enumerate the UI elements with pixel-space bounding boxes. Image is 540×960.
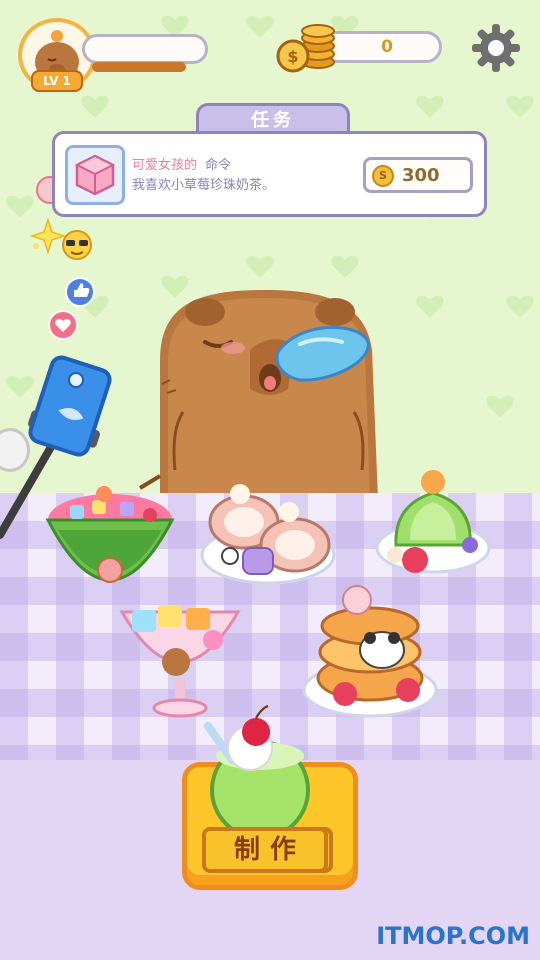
make-button-label-front[interactable]: 制作 — [202, 827, 328, 873]
reward-value: 300 — [402, 165, 440, 186]
task-description: 我喜欢小草莓珍珠奶茶。 — [132, 178, 276, 193]
reward-box: S 300 — [363, 157, 473, 193]
task-title: 可爱女孩的 命令 — [132, 154, 231, 173]
watermark: ITMOP.COM — [376, 922, 530, 950]
experience-bar-shadow — [92, 62, 186, 72]
dining-table — [0, 493, 540, 783]
svg-text:$: $ — [287, 47, 298, 66]
task-card: 可爱女孩的 命令 我喜欢小草莓珍珠奶茶。 S 300 — [52, 131, 487, 217]
pink-cube-icon — [65, 145, 125, 205]
coin-icon: S — [372, 165, 394, 187]
order-word: 命令 — [205, 158, 232, 173]
customer-name: 可爱女孩的 — [132, 158, 198, 173]
gear-icon[interactable] — [470, 22, 522, 74]
coin-stack-icon: $ — [276, 24, 335, 73]
level-badge: LV 1 — [31, 70, 83, 92]
experience-bar — [82, 34, 208, 64]
